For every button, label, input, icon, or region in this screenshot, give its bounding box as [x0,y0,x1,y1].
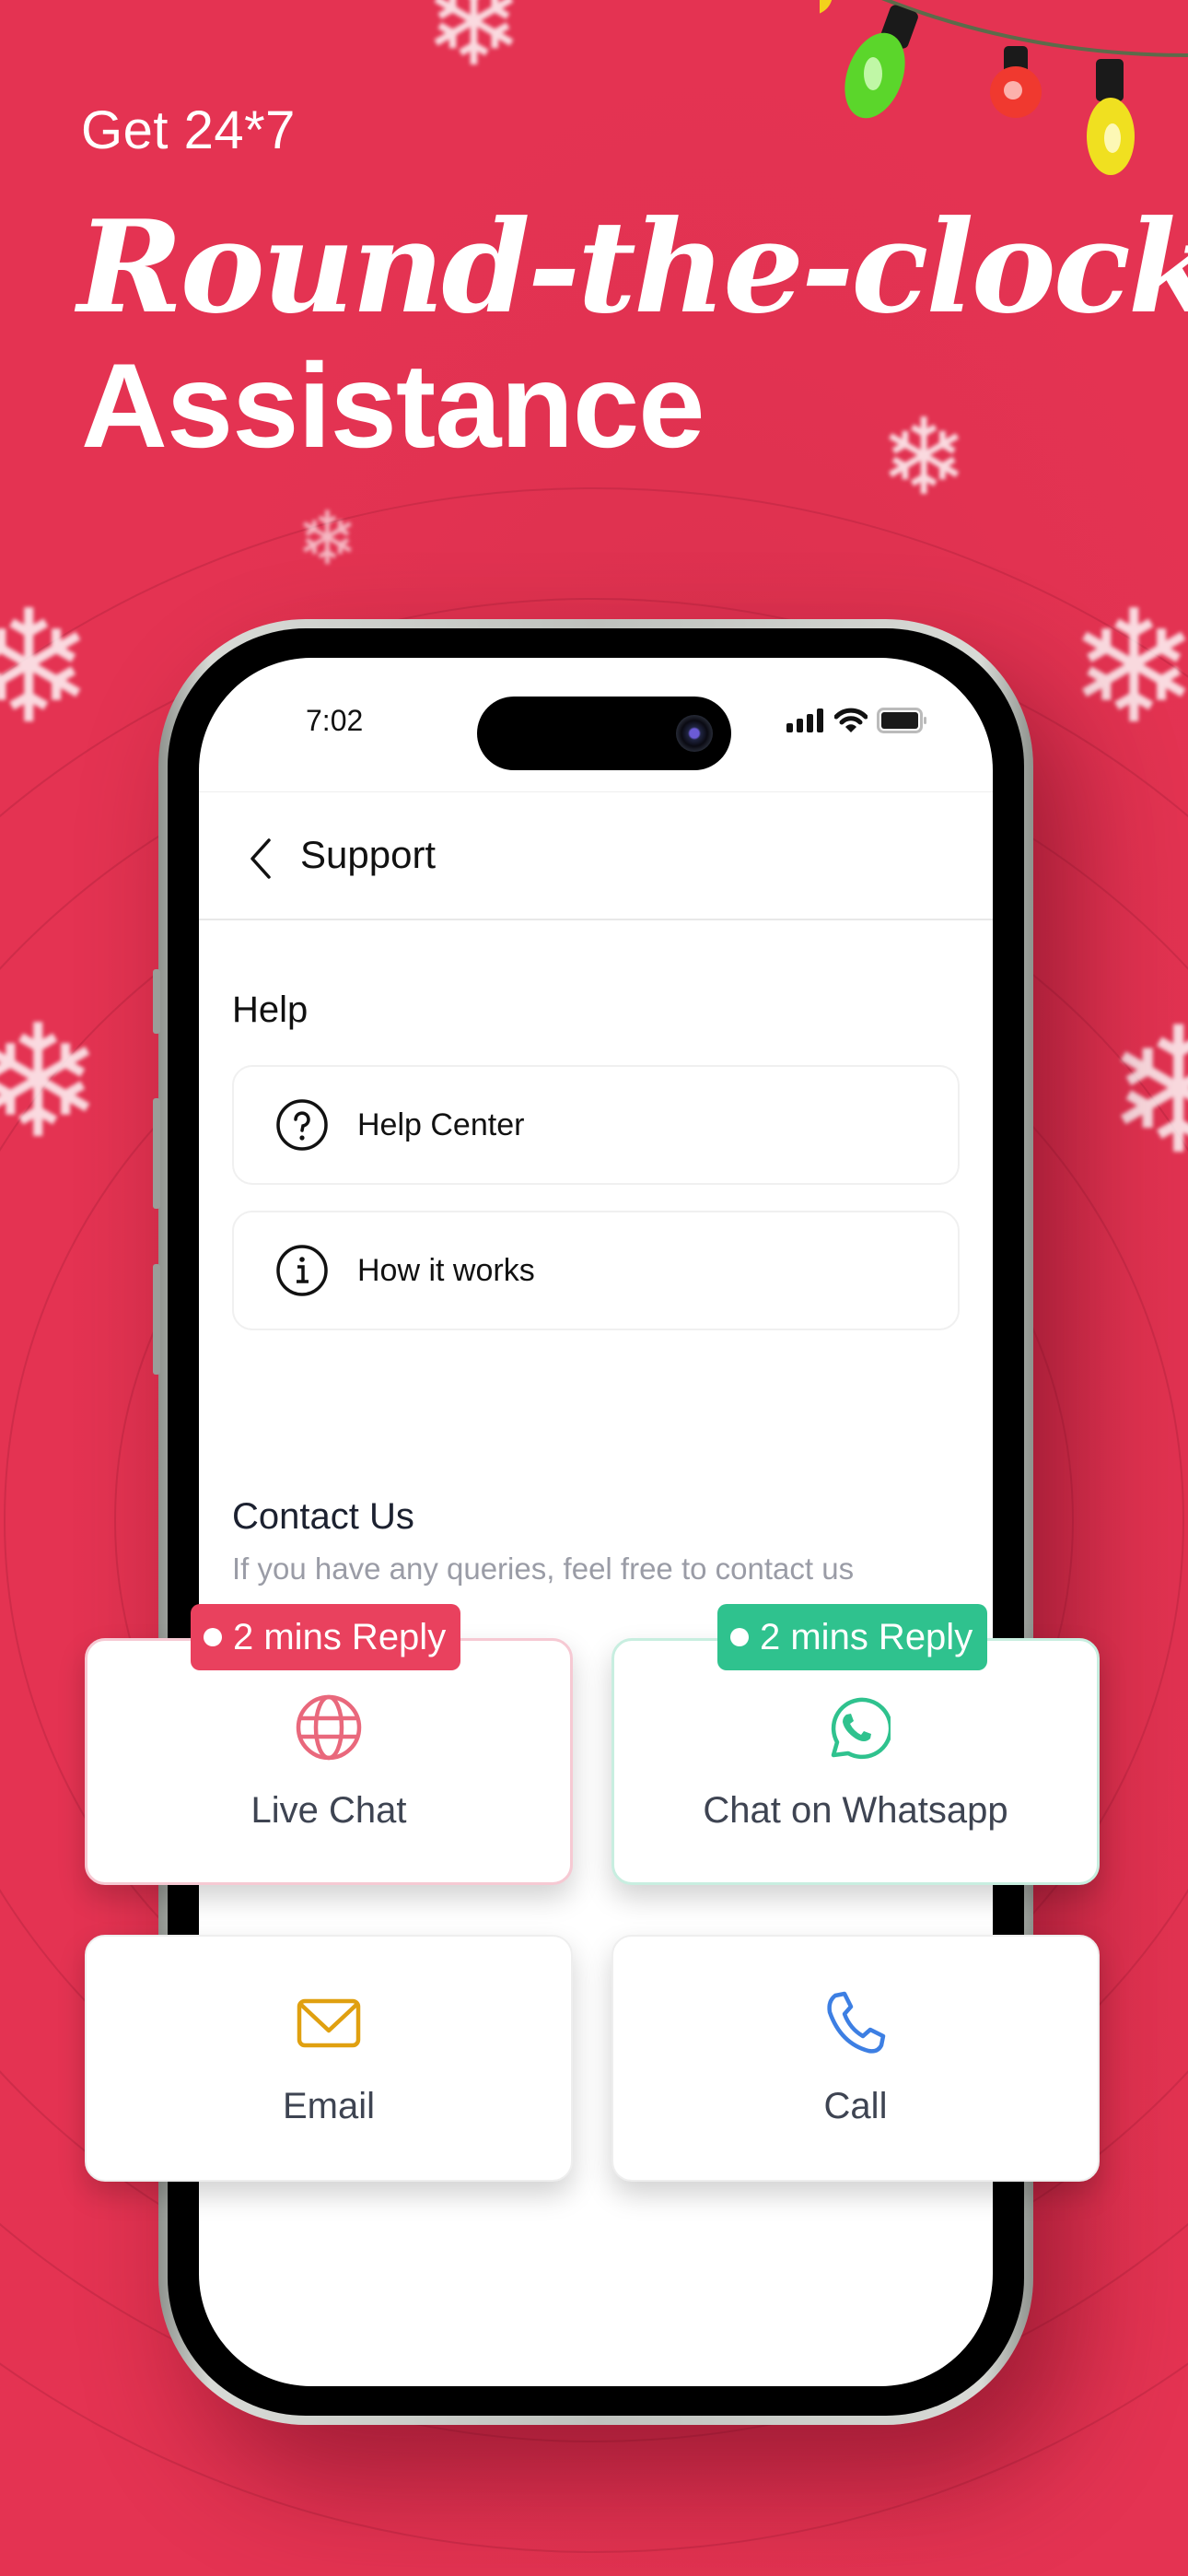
whatsapp-option[interactable]: 2 mins Reply Chat on Whatsapp [611,1604,1100,1885]
christmas-lights-decoration [820,0,1188,175]
live-chat-label: Live Chat [250,1790,407,1831]
cellular-signal-icon [786,708,823,732]
status-bar: 7:02 [199,658,993,770]
help-center-label: Help Center [357,1107,525,1142]
help-center-item[interactable]: Help Center [232,1065,960,1185]
support-header: Support [199,791,993,920]
chevron-left-icon[interactable] [245,837,276,881]
snowflake-icon: ❄ [879,399,969,517]
globe-icon [296,1694,362,1761]
page-title: Support [300,833,437,876]
reply-time-badge: 2 mins Reply [191,1604,461,1670]
call-label: Call [823,2086,888,2126]
snowflake-icon: ❄ [297,498,359,580]
live-chat-option[interactable]: 2 mins Reply Live Chat [85,1604,573,1885]
red-bulb [990,46,1042,118]
how-it-works-item[interactable]: How it works [232,1211,960,1330]
help-section-title: Help [232,989,309,1030]
snowflake-icon: ❄ [0,995,104,1170]
mail-icon [297,1998,361,2048]
info-circle-icon [276,1245,328,1296]
volume-down-button [153,1264,160,1375]
hero-eyebrow: Get 24*7 [81,100,296,160]
how-it-works-label: How it works [357,1252,535,1288]
camera-icon [676,715,713,752]
question-circle-icon [276,1099,328,1151]
green-bulb [844,5,918,119]
email-option[interactable]: Email [85,1935,573,2182]
volume-up-button [153,1098,160,1209]
snowflake-icon: ❄ [0,580,95,755]
hero-headline-bold: Assistance [81,338,705,473]
battery-icon [877,708,926,733]
status-time: 7:02 [306,704,364,737]
action-button [153,969,160,1034]
email-label: Email [282,2086,376,2126]
phone-icon [827,1991,886,2054]
status-dot [204,1628,222,1646]
reply-time-badge: 2 mins Reply [717,1604,988,1670]
whatsapp-icon [831,1697,891,1760]
badge-label: 2 mins Reply [233,1616,447,1657]
snowflake-icon: ❄ [424,0,524,90]
whatsapp-label: Chat on Whatsapp [703,1790,1008,1831]
dynamic-island [477,697,731,770]
wifi-icon [834,708,868,732]
call-option[interactable]: Call [611,1935,1100,2182]
status-dot [730,1628,749,1646]
yellow-bulb [1087,59,1135,175]
contact-subtitle: If you have any queries, feel free to co… [232,1551,855,1586]
snowflake-icon: ❄ [1068,580,1188,755]
snowflake-icon: ❄ [1105,994,1188,1189]
badge-label: 2 mins Reply [760,1616,973,1657]
contact-section-title: Contact Us [232,1496,414,1537]
hero-headline-italic: Round-the-clock [77,192,1188,342]
